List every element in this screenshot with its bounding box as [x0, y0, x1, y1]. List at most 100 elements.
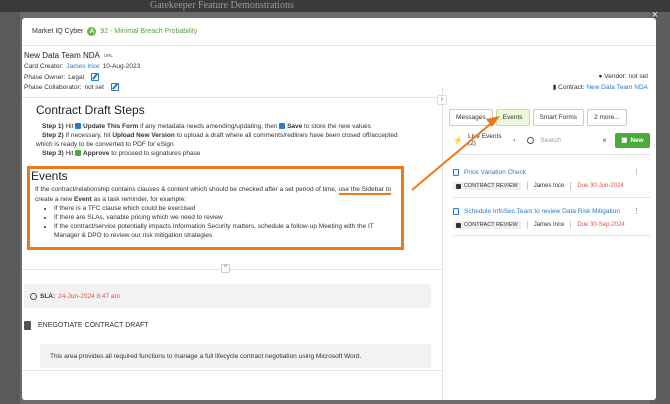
url-tag[interactable]: URL: [104, 53, 113, 58]
step-2-line-2: which is ready to be converted to PDF fo…: [36, 141, 174, 148]
search-icon: [527, 136, 535, 144]
event-owner: James Ince: [533, 222, 565, 228]
list-item-line-2: Manager & DPO to review our risk mitigat…: [54, 232, 213, 239]
card-title: New Data Team NDA: [24, 51, 100, 60]
clock-icon: [30, 292, 37, 300]
background-topbar: [0, 0, 670, 12]
meta-divider: [22, 97, 442, 98]
event-meta: CONTRACT REVIEW James Ince Due 30-Sep-20…: [453, 221, 625, 229]
events-line2-a: create a new: [35, 195, 75, 203]
event-tag-label: CONTRACT REVIEW: [464, 222, 518, 228]
events-line2-event: Event: [74, 195, 92, 203]
risk-grade-badge: A: [87, 27, 97, 36]
event-title[interactable]: Schedule InfoSec Team to review Data Ris…: [453, 208, 620, 215]
chevron-right-icon[interactable]: ›: [513, 137, 515, 144]
contract-label: Contract:: [558, 84, 585, 91]
negotiate-description: This area provides all required function…: [50, 352, 362, 360]
edit-collaborator-icon[interactable]: [110, 83, 119, 91]
events-divider: [453, 197, 650, 198]
document-icon: ▮: [552, 84, 557, 91]
step-3-action-approve: Approve: [83, 150, 110, 157]
save-icon: [279, 123, 286, 129]
kebab-menu-icon[interactable]: ⋮: [633, 207, 640, 215]
list-item-line-1: If the contract/service potentially impa…: [54, 223, 374, 230]
step-1-text-c: to store the new values: [302, 123, 371, 130]
negotiate-section-header: ENEGOTIATE CONTRACT DRAFT: [24, 321, 149, 330]
contract-row: ▮ Contract: New Data Team NDA: [553, 83, 648, 91]
event-tag: CONTRACT REVIEW: [453, 221, 521, 229]
step-3: Step 3) Hit Approve to proceed to signat…: [42, 149, 200, 158]
sla-label: SLA:: [40, 292, 56, 300]
vendor-value: not set: [628, 73, 648, 80]
phase-collaborator-row: Phase Collaborator: not set: [24, 83, 119, 91]
event-title-label: Schedule InfoSec Team to review Data Ris…: [464, 208, 620, 215]
events-section-title: Events: [31, 169, 68, 183]
sidebar-divider: [442, 88, 443, 400]
step-2: Step 2) If necessary, hit Upload New Ver…: [42, 131, 398, 140]
separator: [526, 182, 528, 190]
card-creator-row: Card Creator: James Ince 10-Aug-2023: [24, 63, 140, 70]
phase-owner-row: Phase Owner: Legal: [24, 73, 100, 81]
event-meta: CONTRACT REVIEW James Ince Due 30-Jun-20…: [453, 182, 624, 190]
clear-search-icon[interactable]: ×: [602, 136, 607, 145]
negotiate-title: ENEGOTIATE CONTRACT DRAFT: [38, 322, 149, 329]
step-3-text-b: to proceed to signatures phase: [109, 150, 201, 157]
vendor-label: Vendor:: [604, 73, 627, 80]
lock-icon: [456, 222, 461, 228]
step-3-prefix: Step 3): [42, 150, 64, 157]
phase-owner-value: Legal: [68, 73, 85, 81]
tab-more[interactable]: 2 more...: [587, 109, 627, 126]
card-creator-date: 10-Aug-2023: [102, 63, 141, 70]
kebab-menu-icon[interactable]: ⋮: [633, 168, 640, 176]
tab-messages[interactable]: Messages: [449, 109, 493, 126]
negotiate-description-box: This area provides all required function…: [40, 344, 431, 368]
edit-owner-icon[interactable]: [91, 73, 100, 81]
separator: [570, 221, 572, 229]
lightning-icon: ⚡: [453, 135, 463, 145]
collapse-chevron-icon[interactable]: ^: [221, 264, 230, 273]
bottom-bar: [22, 370, 442, 400]
events-example-list: If there is a TFC clause which could be …: [48, 204, 403, 240]
phase-owner-label: Phase Owner:: [24, 73, 66, 81]
event-tag: CONTRACT REVIEW: [453, 182, 521, 190]
events-toolbar: ⚡ Live Events (2) › × ▣ New: [453, 132, 651, 148]
events-line2-c: as a task reminder, for example:: [91, 195, 187, 203]
list-item: If the contract/service potentially impa…: [54, 222, 403, 240]
event-due-date: Due 30-Sep-2024: [577, 222, 625, 228]
list-item: If there is a TFC clause which could be …: [54, 204, 403, 213]
events-divider: [453, 235, 650, 236]
sidebar-tabs: Messages Events Smart Forms 2 more...: [449, 109, 627, 126]
list-item: If there are SLAs, variable pricing whic…: [54, 213, 403, 222]
contract-link[interactable]: New Data Team NDA: [586, 84, 648, 91]
lock-icon: [456, 183, 461, 189]
step-1-action-update: Update This Form: [83, 123, 139, 130]
step-2-text-b: to upload a draft where all comments/red…: [174, 132, 398, 139]
live-events-filter[interactable]: Live Events (2): [468, 133, 510, 147]
background-left-rail: [0, 12, 20, 404]
sidebar-toggle-chevron-icon[interactable]: ›: [437, 95, 447, 105]
update-form-icon: [75, 123, 82, 129]
event-checklist-icon: [453, 169, 459, 176]
tab-events[interactable]: Events: [495, 109, 530, 126]
header-divider: [22, 45, 656, 46]
card-creator-link[interactable]: James Ince: [66, 63, 99, 70]
events-sidebar-hint: use the Sidebar to: [338, 186, 392, 195]
risk-score-text: 92 - Minimal Breach Probability: [100, 28, 198, 35]
event-title-label: Price Variation Check: [464, 169, 527, 176]
step-1-text-a: Hit: [63, 123, 76, 130]
card-creator-label: Card Creator:: [24, 63, 64, 70]
event-title[interactable]: Price Variation Check: [453, 169, 526, 176]
search-input[interactable]: [540, 136, 591, 144]
tab-smart-forms[interactable]: Smart Forms: [532, 109, 585, 126]
phase-collaborator-value: not set: [84, 83, 104, 91]
step-1-prefix: Step 1): [42, 123, 64, 130]
step-1-action-save: Save: [287, 123, 303, 130]
user-icon: ●: [598, 73, 603, 80]
card-title-row: New Data Team NDA URL: [24, 51, 113, 60]
vendor-row: ● Vendor: not set: [599, 73, 649, 80]
sla-box: SLA: 24-Jun-2024 8:47 am: [24, 284, 431, 308]
new-event-button[interactable]: ▣ New: [614, 132, 651, 148]
step-1: Step 1) Hit Update This Form if any meta…: [42, 122, 371, 131]
separator: [526, 221, 528, 229]
step-2-text-a: If necessary, hit: [63, 132, 113, 139]
